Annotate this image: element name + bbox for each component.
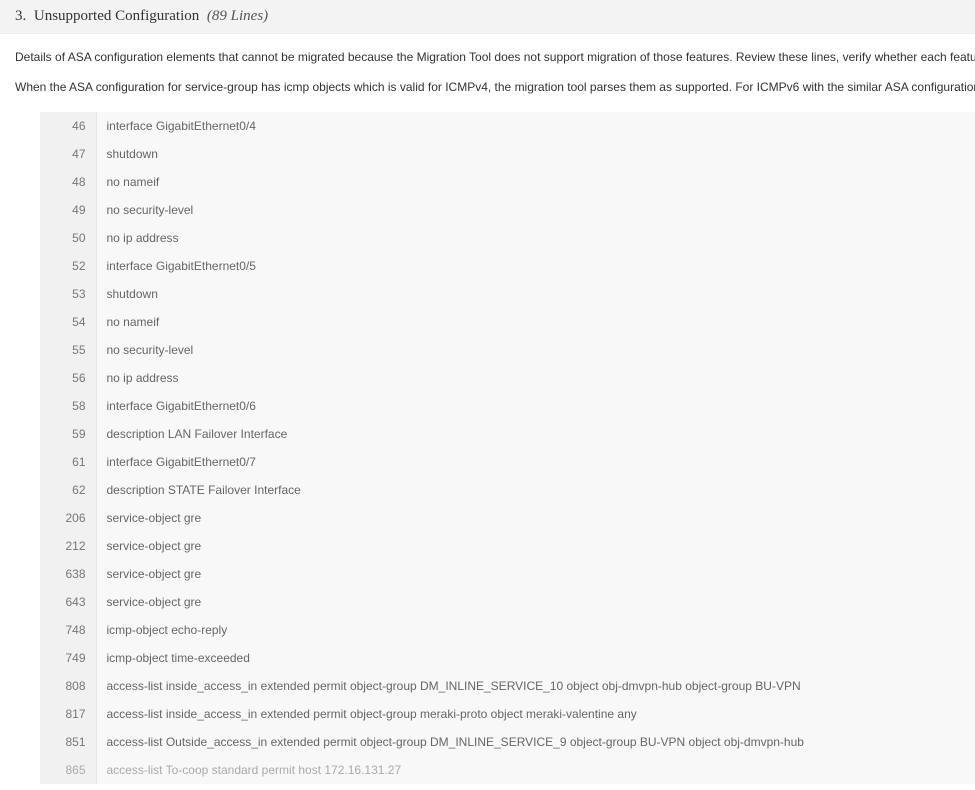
config-text-cell: description LAN Failover Interface xyxy=(96,420,975,448)
config-text-cell: icmp-object time-exceeded xyxy=(96,644,975,672)
line-number-cell: 55 xyxy=(40,336,96,364)
table-row: 58interface GigabitEthernet0/6 xyxy=(40,392,975,420)
table-row: 59description LAN Failover Interface xyxy=(40,420,975,448)
line-number-cell: 817 xyxy=(40,700,96,728)
line-number-cell: 749 xyxy=(40,644,96,672)
config-text-cell: icmp-object echo-reply xyxy=(96,616,975,644)
table-row: 55no security-level xyxy=(40,336,975,364)
table-row: 46interface GigabitEthernet0/4 xyxy=(40,112,975,140)
table-row: 638service-object gre xyxy=(40,560,975,588)
table-row: 749icmp-object time-exceeded xyxy=(40,644,975,672)
line-number-cell: 49 xyxy=(40,196,96,224)
table-row: 56no ip address xyxy=(40,364,975,392)
config-text-cell: no ip address xyxy=(96,364,975,392)
config-text-cell: no security-level xyxy=(96,336,975,364)
line-number-cell: 61 xyxy=(40,448,96,476)
line-number-cell: 638 xyxy=(40,560,96,588)
table-row: 62description STATE Failover Interface xyxy=(40,476,975,504)
table-row: 206service-object gre xyxy=(40,504,975,532)
table-row: 808access-list inside_access_in extended… xyxy=(40,672,975,700)
line-number-cell: 52 xyxy=(40,252,96,280)
section-number: 3. xyxy=(15,8,26,24)
line-number-cell: 46 xyxy=(40,112,96,140)
config-text-cell: no nameif xyxy=(96,168,975,196)
line-number-cell: 851 xyxy=(40,728,96,756)
intro-paragraph-1: Details of ASA configuration elements th… xyxy=(0,34,975,72)
line-number-cell: 62 xyxy=(40,476,96,504)
line-number-cell: 206 xyxy=(40,504,96,532)
config-text-cell: no ip address xyxy=(96,224,975,252)
table-row: 61interface GigabitEthernet0/7 xyxy=(40,448,975,476)
line-number-cell: 808 xyxy=(40,672,96,700)
config-text-cell: service-object gre xyxy=(96,560,975,588)
line-number-cell: 865 xyxy=(40,756,96,784)
config-text-cell: interface GigabitEthernet0/6 xyxy=(96,392,975,420)
config-text-cell: access-list inside_access_in extended pe… xyxy=(96,700,975,728)
line-number-cell: 48 xyxy=(40,168,96,196)
table-row: 49no security-level xyxy=(40,196,975,224)
line-number-cell: 53 xyxy=(40,280,96,308)
config-text-cell: description STATE Failover Interface xyxy=(96,476,975,504)
line-number-cell: 212 xyxy=(40,532,96,560)
config-text-cell: shutdown xyxy=(96,140,975,168)
table-row: 48no nameif xyxy=(40,168,975,196)
config-lines-table: 46interface GigabitEthernet0/447shutdown… xyxy=(40,112,975,784)
config-text-cell: interface GigabitEthernet0/4 xyxy=(96,112,975,140)
config-text-cell: interface GigabitEthernet0/7 xyxy=(96,448,975,476)
table-row: 212service-object gre xyxy=(40,532,975,560)
line-number-cell: 748 xyxy=(40,616,96,644)
section-header: 3. Unsupported Configuration (89 Lines) xyxy=(0,0,975,34)
table-row: 865access-list To-coop standard permit h… xyxy=(40,756,975,784)
line-number-cell: 56 xyxy=(40,364,96,392)
config-text-cell: shutdown xyxy=(96,280,975,308)
config-text-cell: service-object gre xyxy=(96,532,975,560)
config-text-cell: interface GigabitEthernet0/5 xyxy=(96,252,975,280)
config-text-cell: service-object gre xyxy=(96,504,975,532)
line-number-cell: 54 xyxy=(40,308,96,336)
config-text-cell: service-object gre xyxy=(96,588,975,616)
line-number-cell: 47 xyxy=(40,140,96,168)
config-table-container: 46interface GigabitEthernet0/447shutdown… xyxy=(0,112,975,784)
config-text-cell: access-list inside_access_in extended pe… xyxy=(96,672,975,700)
line-number-cell: 50 xyxy=(40,224,96,252)
config-text-cell: access-list To-coop standard permit host… xyxy=(96,756,975,784)
table-row: 53shutdown xyxy=(40,280,975,308)
intro-paragraph-2: When the ASA configuration for service-g… xyxy=(0,72,975,112)
config-text-cell: access-list Outside_access_in extended p… xyxy=(96,728,975,756)
line-number-cell: 643 xyxy=(40,588,96,616)
table-row: 643service-object gre xyxy=(40,588,975,616)
table-row: 50no ip address xyxy=(40,224,975,252)
table-row: 54no nameif xyxy=(40,308,975,336)
config-text-cell: no security-level xyxy=(96,196,975,224)
section-title: Unsupported Configuration xyxy=(34,8,199,24)
table-row: 851access-list Outside_access_in extende… xyxy=(40,728,975,756)
table-row: 52interface GigabitEthernet0/5 xyxy=(40,252,975,280)
line-number-cell: 59 xyxy=(40,420,96,448)
table-row: 47shutdown xyxy=(40,140,975,168)
line-count: (89 Lines) xyxy=(207,8,268,24)
line-number-cell: 58 xyxy=(40,392,96,420)
table-row: 817access-list inside_access_in extended… xyxy=(40,700,975,728)
config-text-cell: no nameif xyxy=(96,308,975,336)
table-row: 748icmp-object echo-reply xyxy=(40,616,975,644)
